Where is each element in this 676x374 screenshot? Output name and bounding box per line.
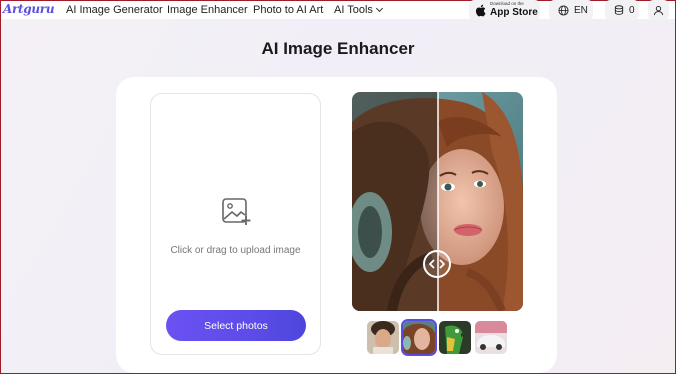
upload-hint: Click or drag to upload image [170, 245, 301, 256]
select-photos-button[interactable]: Select photos [166, 310, 306, 341]
thumbnail-woman-headphones[interactable] [401, 319, 437, 356]
nav-link-ai-tools[interactable]: AI Tools [334, 4, 383, 16]
language-label: EN [574, 4, 588, 16]
compare-slider-handle[interactable] [423, 250, 451, 278]
nav-link-photo-to-ai-art[interactable]: Photo to AI Art [253, 4, 323, 16]
sample-thumbnails [367, 319, 507, 356]
globe-icon [558, 4, 569, 16]
nav-link-ai-tools-label: AI Tools [334, 4, 373, 16]
app-store-button[interactable]: Download on the App Store [469, 0, 540, 20]
top-navbar: Artguru AI Image Generator Image Enhance… [1, 0, 675, 20]
thumbnail-parrot[interactable] [439, 321, 471, 354]
image-add-icon [222, 198, 251, 225]
page-title: AI Image Enhancer [261, 39, 415, 58]
thumbnail-man[interactable] [367, 321, 399, 354]
compare-arrows-icon [429, 259, 445, 269]
apple-icon [475, 4, 486, 16]
upload-dropzone[interactable]: Click or drag to upload image Select pho… [150, 93, 321, 355]
portrait-image [352, 92, 523, 311]
language-selector[interactable]: EN [549, 0, 593, 20]
credits-counter[interactable]: 0 [605, 0, 639, 20]
app-store-label: App Store [490, 6, 538, 18]
credits-value: 0 [629, 4, 635, 16]
coin-stack-icon [614, 4, 624, 15]
logo[interactable]: Artguru [3, 2, 55, 16]
nav-link-image-enhancer[interactable]: Image Enhancer [167, 4, 248, 16]
before-after-preview[interactable] [352, 92, 523, 311]
user-icon [653, 5, 664, 15]
thumbnail-car[interactable] [475, 321, 507, 354]
user-account-button[interactable] [648, 0, 669, 20]
chevron-down-icon [375, 4, 383, 13]
nav-link-ai-image-generator[interactable]: AI Image Generator [66, 4, 163, 16]
